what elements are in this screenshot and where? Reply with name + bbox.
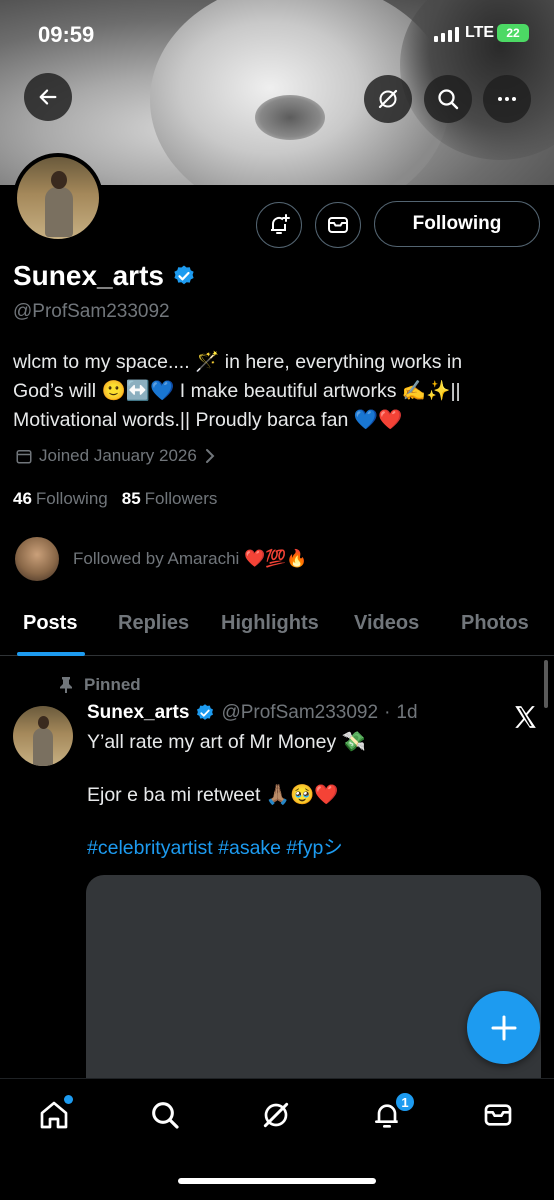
network-label: LTE [465, 24, 495, 41]
tab-photos[interactable]: Photos [461, 612, 529, 635]
avatar-figure-head [38, 716, 49, 729]
status-bar: 09:59 LTE 22 [0, 0, 554, 60]
bio-line: wlcm to my space.... 🪄 in here, everythi… [13, 351, 463, 373]
verified-badge-icon [174, 265, 194, 285]
following-stat[interactable]: 46 Following [13, 489, 108, 509]
follow-stats: 46 Following 85 Followers [13, 489, 217, 509]
post-media[interactable] [86, 875, 541, 1080]
back-button[interactable] [24, 73, 72, 121]
search-icon [152, 1102, 179, 1129]
scrollbar[interactable] [544, 660, 548, 708]
calendar-icon [16, 450, 32, 464]
followed-by-text: Followed by Amarachi ❤️💯🔥 [73, 549, 308, 568]
home-unread-dot [64, 1095, 73, 1104]
bell-plus-icon [271, 214, 290, 234]
grok-icon [378, 89, 398, 109]
post-text: Y’all rate my art of Mr Money 💸 Ejor e b… [87, 729, 366, 888]
profile-name-row: Sunex_arts [13, 260, 196, 292]
post-line: Ejor e ba mi retweet 🙏🏽🥹❤️ [87, 784, 339, 806]
nav-messages[interactable] [478, 1095, 518, 1135]
search-icon [438, 89, 459, 110]
more-button[interactable] [483, 75, 531, 123]
post-author-handle[interactable]: @ProfSam233092 [221, 702, 378, 724]
more-icon [498, 97, 516, 101]
following-button[interactable]: Following [374, 201, 540, 247]
post-hashtags[interactable]: #celebrityartist #asake #fypシ [87, 835, 366, 861]
avatar-figure-head [51, 171, 67, 189]
profile-tabs: Posts Replies Highlights Videos Photos [0, 598, 554, 656]
following-label: Following [35, 489, 108, 508]
bio-line: Motivational words.|| Proudly barca fan … [13, 409, 403, 431]
pinned-label-row: Pinned [58, 675, 141, 695]
battery-level: 22 [506, 26, 520, 40]
battery-icon: 22 [497, 24, 529, 42]
notify-button[interactable] [256, 202, 302, 248]
verified-badge-icon [197, 704, 214, 720]
envelope-icon [328, 217, 348, 233]
chevron-right-icon [205, 449, 215, 463]
nav-search[interactable] [145, 1095, 185, 1135]
post-author-name[interactable]: Sunex_arts [87, 702, 189, 724]
nav-notifications[interactable]: 1 [367, 1091, 416, 1135]
bio-line: God’s will 🙂↔️💙 I make beautiful artwork… [13, 380, 461, 402]
post-line: Y’all rate my art of Mr Money 💸 [87, 731, 366, 753]
post-header: Sunex_arts @ProfSam233092 · 1d [87, 702, 418, 724]
envelope-icon [484, 1104, 512, 1126]
search-button[interactable] [424, 75, 472, 123]
followers-count: 85 [121, 489, 141, 508]
avatar-figure-body [33, 728, 53, 766]
x-logo-icon[interactable] [512, 704, 538, 730]
followers-label: Followers [144, 489, 218, 508]
grok-icon [263, 1102, 289, 1128]
tab-replies[interactable]: Replies [118, 612, 189, 635]
tab-posts[interactable]: Posts [23, 612, 77, 635]
home-icon [40, 1101, 68, 1129]
plus-icon [491, 1015, 516, 1040]
joined-date-row[interactable]: Joined January 2026 [15, 446, 217, 466]
message-button[interactable] [315, 202, 361, 248]
profile-avatar[interactable] [13, 153, 103, 243]
profile-bio: wlcm to my space.... 🪄 in here, everythi… [13, 348, 533, 435]
joined-date: Joined January 2026 [39, 446, 197, 465]
following-count: 46 [13, 489, 32, 508]
compose-button[interactable] [467, 991, 540, 1064]
profile-handle: @ProfSam233092 [13, 301, 170, 322]
post-avatar[interactable] [13, 706, 73, 766]
back-arrow-icon [39, 89, 57, 105]
nav-home[interactable] [34, 1095, 74, 1135]
banner-art-lips [255, 95, 325, 140]
active-tab-indicator [17, 652, 85, 656]
tab-videos[interactable]: Videos [354, 612, 419, 635]
avatar-figure-body [45, 187, 73, 237]
home-indicator[interactable] [178, 1178, 376, 1184]
followers-stat[interactable]: 85 Followers [122, 489, 218, 509]
profile-name: Sunex_arts [13, 260, 164, 291]
notifications-badge: 1 [394, 1091, 416, 1113]
pin-icon [60, 677, 72, 693]
tab-highlights[interactable]: Highlights [221, 612, 319, 635]
grok-button[interactable] [364, 75, 412, 123]
pinned-label: Pinned [84, 675, 141, 694]
nav-grok[interactable] [256, 1095, 296, 1135]
follower-avatar [15, 537, 59, 581]
followed-by-row[interactable]: Followed by Amarachi ❤️💯🔥 [15, 537, 308, 581]
post-time[interactable]: 1d [396, 702, 417, 724]
post-time-separator: · [384, 702, 391, 723]
status-time: 09:59 [38, 22, 95, 47]
signal-icon [434, 26, 459, 42]
